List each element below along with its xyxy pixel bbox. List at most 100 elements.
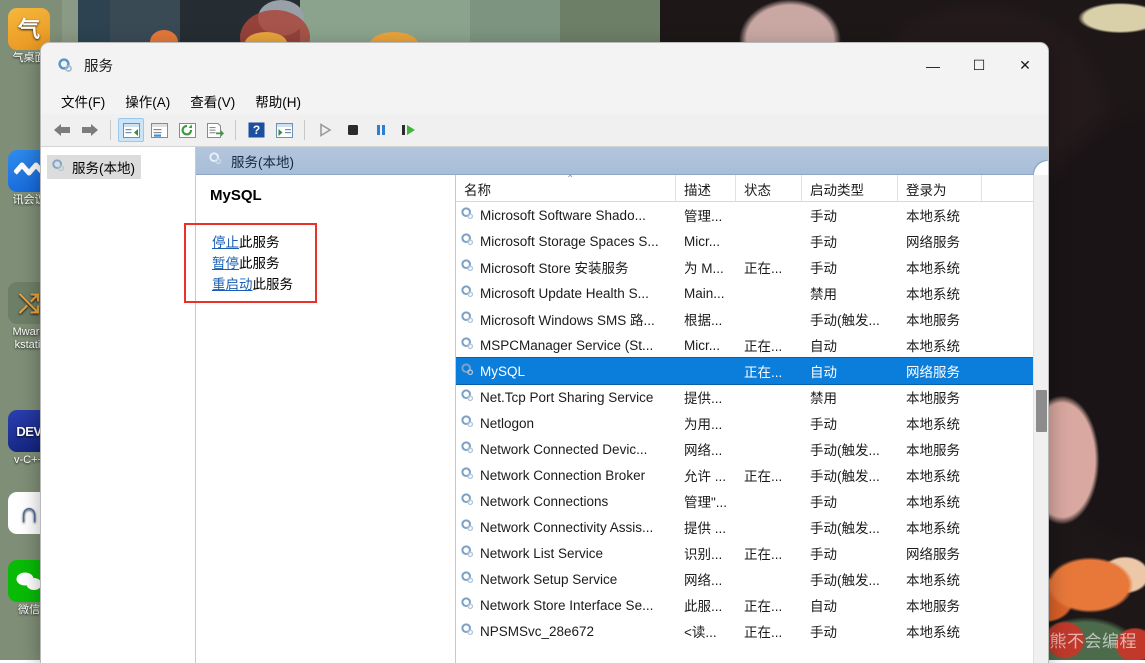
show-hide-console-tree-icon[interactable] [118, 118, 144, 142]
table-row[interactable]: Microsoft Windows SMS 路...根据...手动(触发...本… [456, 306, 1033, 332]
services-list: 名称描述状态启动类型登录为⌃ Microsoft Software Shado.… [456, 175, 1033, 663]
col-description[interactable]: 描述 [676, 175, 736, 201]
cell-name: Netlogon [456, 414, 676, 432]
table-row[interactable]: NPSMSvc_28e672<读...正在...手动本地系统 [456, 618, 1033, 644]
cell-name: NPSMSvc_28e672 [456, 622, 676, 640]
stop-service-icon[interactable] [340, 118, 366, 142]
service-name-label: Microsoft Update Health S... [480, 286, 649, 301]
cell-name: Microsoft Software Shado... [456, 206, 676, 224]
minimize-button[interactable]: — [910, 43, 956, 88]
menu-item-view[interactable]: 查看(V) [180, 89, 245, 113]
cell-description: 为 M... [676, 257, 736, 277]
cell-description: 允许 ... [676, 465, 736, 485]
help-icon[interactable]: ? [243, 118, 269, 142]
cell-startup-type: 手动 [802, 231, 898, 251]
window-body: 服务(本地) 服务(本地) MySQL [41, 147, 1048, 663]
results-pane-header: 服务(本地) [196, 147, 1048, 175]
sort-ascending-icon: ⌃ [566, 175, 574, 184]
refresh-icon[interactable] [174, 118, 200, 142]
cell-status: 正在... [736, 335, 802, 355]
service-name-label: Netlogon [480, 416, 534, 431]
cell-startup-type: 禁用 [802, 387, 898, 407]
col-status[interactable]: 状态 [736, 175, 802, 201]
cell-description: 识别... [676, 543, 736, 563]
col-logon-as[interactable]: 登录为 [898, 175, 982, 201]
cell-name: MySQL [456, 362, 676, 380]
table-row[interactable]: Network Connection Broker允许 ...正在...手动(触… [456, 462, 1033, 488]
window-controls: — ☐ ✕ [910, 43, 1048, 88]
col-startup-type[interactable]: 启动类型 [802, 175, 898, 201]
table-row[interactable]: Microsoft Update Health S...Main...禁用本地系… [456, 280, 1033, 306]
back-arrow-icon[interactable] [49, 118, 75, 142]
table-row[interactable]: Microsoft Software Shado...管理...手动本地系统 [456, 202, 1033, 228]
toolbar-separator [110, 120, 111, 140]
cell-startup-type: 手动 [802, 543, 898, 563]
service-name-label: Network Connectivity Assis... [480, 520, 653, 535]
menu-item-help[interactable]: 帮助(H) [245, 89, 311, 113]
table-row[interactable]: Network Connections管理"...手动本地系统 [456, 488, 1033, 514]
table-row[interactable]: Network Connectivity Assis...提供 ...手动(触发… [456, 514, 1033, 540]
vertical-scrollbar[interactable] [1033, 175, 1048, 663]
properties-icon[interactable] [146, 118, 172, 142]
table-row[interactable]: Netlogon为用...手动本地系统 [456, 410, 1033, 436]
table-row[interactable]: Microsoft Store 安装服务为 M...正在...手动本地系统 [456, 254, 1033, 280]
table-row[interactable]: MSPCManager Service (St...Micr...正在...自动… [456, 332, 1033, 358]
cell-description: 提供 ... [676, 517, 736, 537]
table-row[interactable]: Net.Tcp Port Sharing Service提供...禁用本地服务 [456, 384, 1033, 410]
table-row[interactable]: Network Store Interface Se...此服...正在...自… [456, 592, 1033, 618]
cell-description: 为用... [676, 413, 736, 433]
menubar: 文件(F) 操作(A) 查看(V) 帮助(H) [41, 88, 1048, 114]
cell-logon-as: 网络服务 [898, 231, 982, 251]
annotation-highlight-box [184, 223, 317, 303]
cell-description: 网络... [676, 439, 736, 459]
service-gear-icon [460, 362, 475, 380]
cell-logon-as: 网络服务 [898, 543, 982, 563]
start-service-icon[interactable] [312, 118, 338, 142]
cell-status: 正在... [736, 361, 802, 381]
tree-node-label: 服务(本地) [72, 157, 135, 177]
cell-startup-type: 手动(触发... [802, 569, 898, 589]
close-button[interactable]: ✕ [1002, 43, 1048, 88]
cell-name: Network Connectivity Assis... [456, 518, 676, 536]
cell-logon-as: 本地系统 [898, 621, 982, 641]
service-name-label: MySQL [480, 364, 525, 379]
cell-name: Network Setup Service [456, 570, 676, 588]
scrollbar-thumb[interactable] [1036, 390, 1047, 432]
maximize-button[interactable]: ☐ [956, 43, 1002, 88]
tree-node-services-local[interactable]: 服务(本地) [47, 155, 141, 179]
service-name-label: Network Connection Broker [480, 468, 645, 483]
toolbar: ? [41, 114, 1048, 147]
cell-name: Microsoft Store 安装服务 [456, 257, 676, 277]
cell-description: 根据... [676, 309, 736, 329]
cell-logon-as: 本地服务 [898, 387, 982, 407]
cell-logon-as: 本地系统 [898, 491, 982, 511]
service-gear-icon [460, 232, 475, 250]
cell-name: Network List Service [456, 544, 676, 562]
service-name-label: NPSMSvc_28e672 [480, 624, 594, 639]
export-list-icon[interactable] [202, 118, 228, 142]
service-gear-icon [460, 414, 475, 432]
service-name-label: MSPCManager Service (St... [480, 338, 653, 353]
cell-startup-type: 手动(触发... [802, 309, 898, 329]
table-row[interactable]: Network Setup Service网络...手动(触发...本地系统 [456, 566, 1033, 592]
service-name-label: Microsoft Storage Spaces S... [480, 234, 659, 249]
table-row[interactable]: Network Connected Devic...网络...手动(触发...本… [456, 436, 1033, 462]
cell-logon-as: 本地服务 [898, 439, 982, 459]
toolbar-separator [235, 120, 236, 140]
cell-description: 提供... [676, 387, 736, 407]
service-gear-icon [460, 310, 475, 328]
table-row[interactable]: Microsoft Storage Spaces S...Micr...手动网络… [456, 228, 1033, 254]
service-gear-icon [460, 284, 475, 302]
table-row[interactable]: MySQL正在...自动网络服务 [456, 358, 1033, 384]
restart-service-icon[interactable] [396, 118, 422, 142]
cell-startup-type: 手动 [802, 621, 898, 641]
cell-startup-type: 手动(触发... [802, 439, 898, 459]
service-name-label: Microsoft Store 安装服务 [480, 257, 629, 277]
show-action-pane-icon[interactable] [271, 118, 297, 142]
pause-service-icon[interactable] [368, 118, 394, 142]
table-row[interactable]: Network List Service识别...正在...手动网络服务 [456, 540, 1033, 566]
menu-item-file[interactable]: 文件(F) [51, 89, 115, 113]
menu-item-action[interactable]: 操作(A) [115, 89, 180, 113]
service-gear-icon [460, 258, 475, 276]
forward-arrow-icon[interactable] [77, 118, 103, 142]
